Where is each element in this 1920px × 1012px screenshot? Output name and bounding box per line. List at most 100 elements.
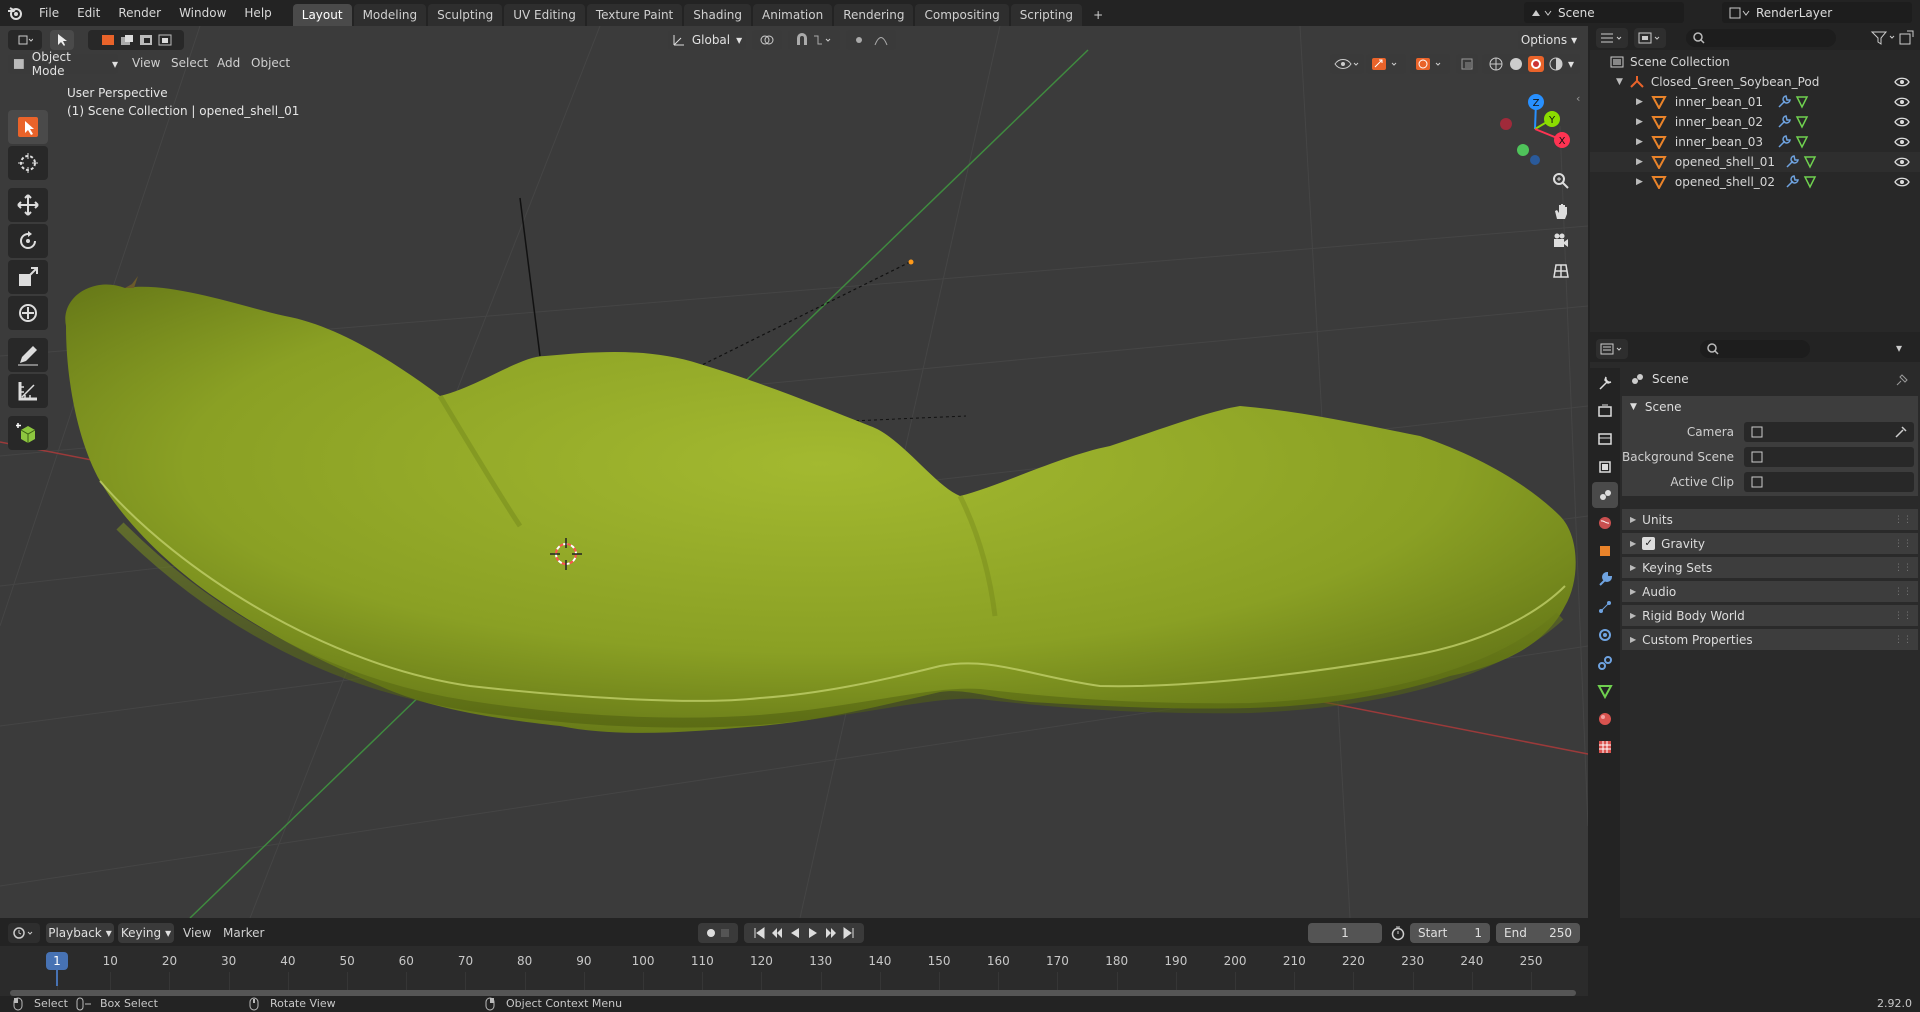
navigation-gizmo[interactable]: Z Y X xyxy=(1490,84,1580,174)
menu-window[interactable]: Window xyxy=(170,3,235,23)
menu-render[interactable]: Render xyxy=(109,3,170,23)
scene-panel-header[interactable]: ▼ Scene xyxy=(1622,396,1918,418)
tool-tab[interactable] xyxy=(1592,370,1618,396)
selection-mode-group[interactable] xyxy=(88,30,184,50)
particles-tab[interactable] xyxy=(1592,594,1618,620)
tab-layout[interactable]: Layout xyxy=(292,4,352,26)
overlay-toggle[interactable] xyxy=(1410,54,1450,74)
properties-options-chevron-icon[interactable]: ▾ xyxy=(1896,341,1902,355)
playhead[interactable]: 1 xyxy=(46,952,68,970)
select-extend-icon[interactable] xyxy=(119,33,135,47)
select-intersect-icon[interactable] xyxy=(157,33,173,47)
constraints-tab[interactable] xyxy=(1592,650,1618,676)
expand-down-icon[interactable]: ▼ xyxy=(1616,77,1623,87)
filter-button[interactable] xyxy=(1870,29,1898,47)
material-shading-icon[interactable] xyxy=(1527,56,1544,72)
xray-toggle[interactable] xyxy=(1456,54,1478,74)
tab-shading[interactable]: Shading xyxy=(684,4,751,26)
view-layer-selector[interactable]: RenderLayer xyxy=(1722,2,1912,23)
expand-right-icon[interactable]: ▶ xyxy=(1636,117,1643,127)
scene-tab[interactable] xyxy=(1592,482,1618,508)
modifier-wrench-icon[interactable] xyxy=(1777,135,1791,149)
mesh-data-tri-icon[interactable] xyxy=(1803,175,1817,189)
outliner-collection-row[interactable]: ▼ Closed_Green_Soybean_Pod xyxy=(1590,72,1920,92)
3d-viewport[interactable]: Global ▾ Options ▾ Object Mode ▾ View Se… xyxy=(0,26,1588,918)
menu-file[interactable]: File xyxy=(30,3,68,23)
subpanel-header[interactable]: ▶ ✓ Gravity ⋮⋮ xyxy=(1622,532,1918,554)
blender-logo-icon[interactable] xyxy=(0,0,30,26)
mesh-data-tri-icon[interactable] xyxy=(1803,155,1817,169)
physics-tab[interactable] xyxy=(1592,622,1618,648)
texture-tab[interactable] xyxy=(1592,734,1618,760)
sidebar-toggle-arrow[interactable]: ‹ xyxy=(1576,92,1580,105)
outliner-object-row[interactable]: ▶ inner_bean_02 xyxy=(1590,112,1920,132)
drag-handle-icon[interactable]: ⋮⋮ xyxy=(1894,563,1912,573)
drag-handle-icon[interactable]: ⋮⋮ xyxy=(1894,515,1912,525)
select-tool-mode-button[interactable] xyxy=(50,30,74,50)
pivot-point-dropdown[interactable] xyxy=(752,30,782,50)
add-workspace-button[interactable]: + xyxy=(1084,4,1112,26)
solid-shading-icon[interactable] xyxy=(1508,56,1524,72)
outliner-root-row[interactable]: Scene Collection xyxy=(1590,52,1920,72)
modifier-wrench-icon[interactable] xyxy=(1785,175,1799,189)
outliner-object-row[interactable]: ▶ opened_shell_01 xyxy=(1590,152,1920,172)
transform-tool[interactable] xyxy=(8,296,48,330)
material-tab[interactable] xyxy=(1592,706,1618,732)
viewport-menu-add[interactable]: Add xyxy=(217,56,240,70)
menu-help[interactable]: Help xyxy=(235,3,280,23)
view-layer-tab[interactable] xyxy=(1592,454,1618,480)
expand-right-icon[interactable]: ▶ xyxy=(1636,177,1643,187)
pin-icon[interactable] xyxy=(1896,372,1910,386)
select-box-tool[interactable] xyxy=(8,110,48,144)
gravity-checkbox[interactable]: ✓ xyxy=(1642,537,1656,550)
visibility-dropdown[interactable] xyxy=(1330,54,1364,74)
render-tab[interactable] xyxy=(1592,398,1618,424)
select-subtract-icon[interactable] xyxy=(138,33,154,47)
drag-handle-icon[interactable]: ⋮⋮ xyxy=(1894,539,1912,549)
tab-texture-paint[interactable]: Texture Paint xyxy=(586,4,683,26)
world-tab[interactable] xyxy=(1592,510,1618,536)
expand-right-icon[interactable]: ▶ xyxy=(1636,157,1643,167)
modifier-wrench-icon[interactable] xyxy=(1785,155,1799,169)
property-field[interactable] xyxy=(1744,422,1914,442)
new-collection-button[interactable] xyxy=(1898,30,1914,46)
shading-mode-group[interactable]: ▾ xyxy=(1482,54,1580,74)
snap-toggle[interactable] xyxy=(788,30,840,50)
viewport-menu-object[interactable]: Object xyxy=(251,56,290,70)
object-tab[interactable] xyxy=(1592,538,1618,564)
subpanel-header[interactable]: ▶ Custom Properties ⋮⋮ xyxy=(1622,628,1918,650)
tab-sculpting[interactable]: Sculpting xyxy=(428,4,503,26)
property-field[interactable] xyxy=(1744,472,1914,492)
scene-selector[interactable]: Scene xyxy=(1524,2,1684,23)
measure-tool[interactable] xyxy=(8,374,48,408)
proportional-editing-toggle[interactable] xyxy=(846,30,896,50)
mesh-data-tri-icon[interactable] xyxy=(1795,95,1809,109)
rotate-tool[interactable] xyxy=(8,224,48,258)
editor-type-button[interactable] xyxy=(8,30,42,50)
tab-scripting[interactable]: Scripting xyxy=(1010,4,1083,26)
subpanel-header[interactable]: ▶ Keying Sets ⋮⋮ xyxy=(1622,556,1918,578)
property-field[interactable] xyxy=(1744,447,1914,467)
drag-handle-icon[interactable]: ⋮⋮ xyxy=(1894,587,1912,597)
scale-tool[interactable] xyxy=(8,260,48,294)
zoom-button[interactable] xyxy=(1548,168,1574,194)
visibility-eye-icon[interactable] xyxy=(1894,136,1910,148)
viewport-menu-view[interactable]: View xyxy=(132,56,160,70)
annotate-tool[interactable] xyxy=(8,338,48,372)
visibility-eye-icon[interactable] xyxy=(1894,76,1910,88)
outliner-search-input[interactable] xyxy=(1686,29,1836,47)
visibility-eye-icon[interactable] xyxy=(1894,176,1910,188)
visibility-eye-icon[interactable] xyxy=(1894,96,1910,108)
properties-editor-type[interactable] xyxy=(1596,339,1628,359)
display-mode-dropdown[interactable] xyxy=(1634,28,1666,48)
tab-rendering[interactable]: Rendering xyxy=(834,4,914,26)
add-cube-tool[interactable] xyxy=(8,416,48,450)
camera-view-button[interactable] xyxy=(1548,228,1574,254)
rendered-shading-icon[interactable] xyxy=(1548,56,1564,72)
outliner-object-row[interactable]: ▶ inner_bean_03 xyxy=(1590,132,1920,152)
outliner-object-row[interactable]: ▶ inner_bean_01 xyxy=(1590,92,1920,112)
transform-orientation-dropdown[interactable]: Global ▾ xyxy=(668,30,746,50)
object-mode-dropdown[interactable]: Object Mode ▾ xyxy=(8,50,118,78)
drag-handle-icon[interactable]: ⋮⋮ xyxy=(1894,611,1912,621)
tab-animation[interactable]: Animation xyxy=(753,4,833,26)
